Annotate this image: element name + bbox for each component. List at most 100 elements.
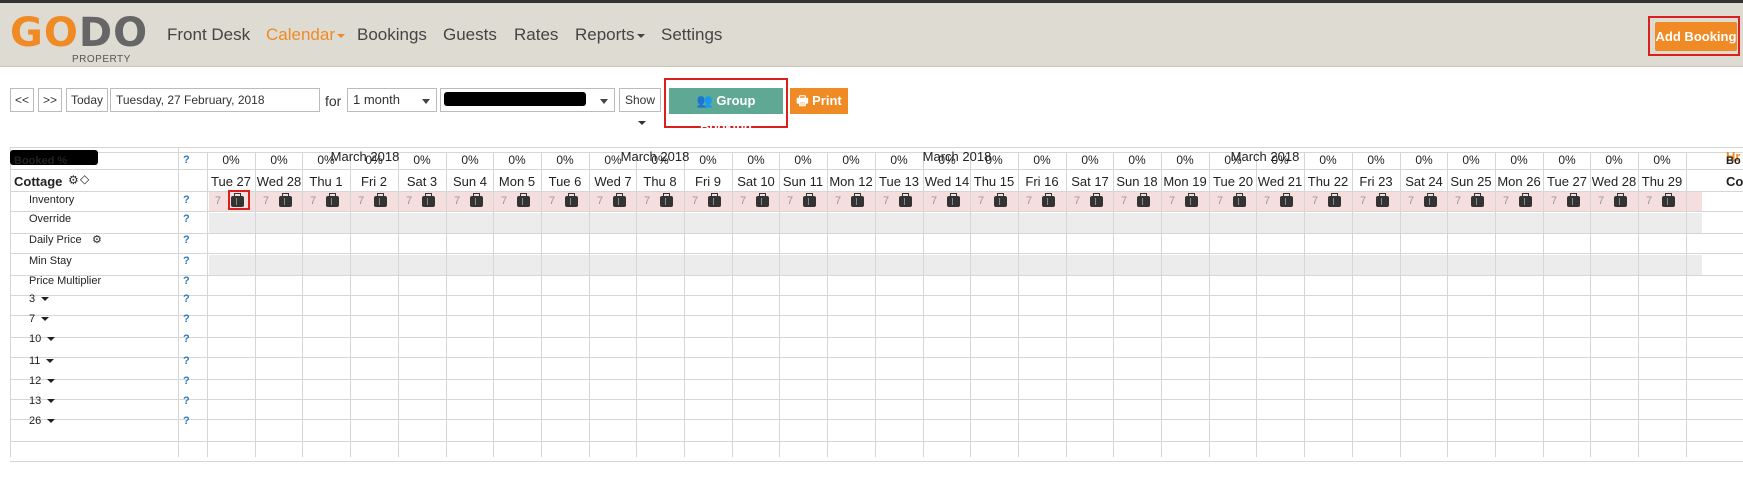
suitcase-icon[interactable] [1519, 193, 1532, 207]
day-header[interactable]: Wed 14 [923, 174, 971, 189]
suitcase-icon[interactable] [1614, 193, 1627, 207]
suitcase-icon[interactable] [1376, 193, 1389, 207]
period-select[interactable]: 1 month [347, 88, 437, 112]
suitcase-icon[interactable] [374, 193, 387, 207]
day-header[interactable]: Fri 2 [350, 174, 398, 189]
today-button[interactable]: Today [66, 88, 108, 112]
nav-calendar[interactable]: Calendar [266, 25, 345, 45]
chevron-down-icon[interactable] [41, 297, 50, 302]
day-header[interactable]: Sun 25 [1447, 174, 1495, 189]
help-icon[interactable]: ? [183, 415, 190, 427]
suitcase-icon[interactable] [1137, 193, 1150, 207]
prev-button[interactable]: << [10, 88, 34, 112]
suitcase-icon[interactable] [851, 193, 864, 207]
suitcase-icon[interactable] [803, 193, 816, 207]
day-header[interactable]: Thu 29 [1638, 174, 1686, 189]
day-header[interactable]: Wed 28 [255, 174, 303, 189]
suitcase-icon[interactable] [708, 193, 721, 207]
day-header[interactable]: Tue 6 [541, 174, 589, 189]
day-header[interactable]: Wed 21 [1256, 174, 1304, 189]
group-booking-button[interactable]: 👥 Group Booking [669, 88, 783, 134]
add-booking-button[interactable]: Add Booking [1655, 22, 1737, 51]
help-icon[interactable]: ? [183, 293, 190, 305]
suitcase-icon[interactable] [470, 193, 483, 207]
day-header[interactable]: Fri 16 [1018, 174, 1066, 189]
chevron-down-icon[interactable] [47, 399, 56, 404]
suitcase-icon[interactable] [422, 193, 435, 207]
date-input[interactable]: Tuesday, 27 February, 2018 [110, 88, 320, 112]
suitcase-icon[interactable] [1090, 193, 1103, 207]
day-header[interactable]: Sat 17 [1066, 174, 1114, 189]
day-header[interactable]: Sun 11 [779, 174, 827, 189]
nav-reports[interactable]: Reports [575, 25, 645, 45]
print-button[interactable]: 🖶 Print [790, 88, 848, 114]
day-header[interactable]: Sun 4 [446, 174, 494, 189]
help-icon[interactable]: ? [183, 355, 190, 367]
suitcase-icon[interactable] [1185, 193, 1198, 207]
help-icon[interactable]: ? [183, 154, 190, 166]
suitcase-icon[interactable] [1328, 193, 1341, 207]
help-icon[interactable]: ? [183, 255, 190, 267]
suitcase-icon[interactable] [1280, 193, 1293, 207]
day-header[interactable]: Thu 15 [970, 174, 1018, 189]
nav-bookings[interactable]: Bookings [357, 25, 427, 45]
help-icon[interactable]: ? [183, 395, 190, 407]
day-header[interactable]: Mon 19 [1161, 174, 1209, 189]
suitcase-icon[interactable] [279, 193, 292, 207]
nav-settings[interactable]: Settings [661, 25, 722, 45]
day-header[interactable]: Sat 3 [398, 174, 446, 189]
tag-icon[interactable]: ◇ [80, 172, 89, 186]
day-header[interactable]: Thu 8 [636, 174, 684, 189]
suitcase-icon[interactable] [899, 193, 912, 207]
gears-icon[interactable]: ⚙ [68, 173, 79, 187]
suitcase-icon[interactable] [1662, 193, 1675, 207]
help-icon[interactable]: ? [183, 234, 190, 246]
gears-icon[interactable]: ⚙ [92, 233, 102, 246]
suitcase-icon[interactable] [947, 193, 960, 207]
chevron-down-icon[interactable] [47, 379, 56, 384]
day-header[interactable]: Fri 9 [684, 174, 732, 189]
day-header[interactable]: Mon 26 [1495, 174, 1543, 189]
help-icon[interactable]: ? [183, 375, 190, 387]
day-header[interactable]: Tue 13 [875, 174, 923, 189]
chevron-down-icon[interactable] [41, 317, 50, 322]
suitcase-icon[interactable] [1042, 193, 1055, 207]
suitcase-icon[interactable] [613, 193, 626, 207]
day-header[interactable]: Mon 5 [493, 174, 541, 189]
suitcase-icon[interactable] [517, 193, 530, 207]
day-header[interactable]: Wed 28 [1590, 174, 1638, 189]
show-dropdown[interactable]: Show [619, 88, 661, 125]
next-button[interactable]: >> [38, 88, 62, 112]
suitcase-icon[interactable] [994, 193, 1007, 207]
chevron-down-icon[interactable] [47, 419, 56, 424]
nav-rates[interactable]: Rates [514, 25, 558, 45]
day-header[interactable]: Mon 12 [827, 174, 875, 189]
day-header[interactable]: Sat 10 [732, 174, 780, 189]
day-header[interactable]: Sun 18 [1113, 174, 1161, 189]
nav-front-desk[interactable]: Front Desk [167, 25, 250, 45]
suitcase-icon[interactable] [565, 193, 578, 207]
day-header[interactable]: Tue 27 [1543, 174, 1591, 189]
chevron-down-icon[interactable] [46, 359, 55, 364]
suitcase-icon[interactable] [660, 193, 673, 207]
day-header[interactable]: Thu 22 [1304, 174, 1352, 189]
day-header[interactable]: Wed 7 [589, 174, 637, 189]
day-header[interactable]: Tue 20 [1209, 174, 1257, 189]
help-icon[interactable]: ? [183, 194, 190, 206]
day-header[interactable]: Sat 24 [1400, 174, 1448, 189]
nav-guests[interactable]: Guests [443, 25, 497, 45]
suitcase-icon[interactable] [326, 193, 339, 207]
help-icon[interactable]: ? [183, 213, 190, 225]
suitcase-icon[interactable] [1233, 193, 1246, 207]
godo-logo[interactable]: GODO PROPERTY [10, 13, 147, 65]
suitcase-icon[interactable] [1424, 193, 1437, 207]
suitcase-icon[interactable] [1567, 193, 1580, 207]
help-icon[interactable]: ? [183, 313, 190, 325]
help-icon[interactable]: ? [183, 275, 190, 287]
day-header[interactable]: Thu 1 [302, 174, 350, 189]
suitcase-icon[interactable] [1471, 193, 1484, 207]
suitcase-icon[interactable] [756, 193, 769, 207]
chevron-down-icon[interactable] [47, 337, 56, 342]
day-header[interactable]: Tue 27 [207, 174, 255, 189]
day-header[interactable]: Fri 23 [1352, 174, 1400, 189]
